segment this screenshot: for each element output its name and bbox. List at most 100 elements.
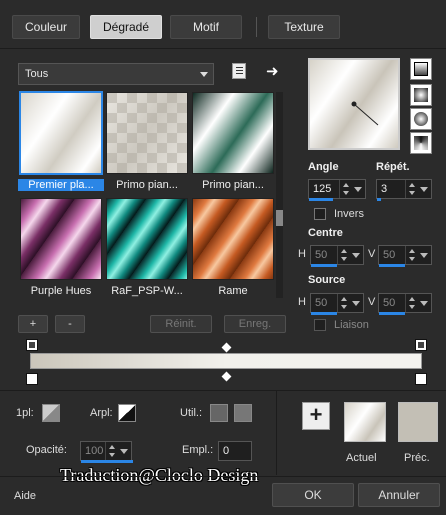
- angle-input[interactable]: 125: [308, 179, 366, 201]
- rectangular-style-icon[interactable]: [410, 84, 432, 106]
- chevron-down-icon[interactable]: [418, 246, 430, 264]
- swatch-label: Primo pian...: [202, 179, 264, 191]
- gradient-preview[interactable]: [308, 58, 400, 150]
- slider-bar[interactable]: [377, 198, 381, 201]
- angle-value: 125: [313, 183, 332, 195]
- stepper-icon[interactable]: [105, 442, 117, 460]
- source-h-input[interactable]: 50: [310, 293, 364, 315]
- gradient-bar[interactable]: [30, 353, 422, 369]
- category-dropdown-value: Tous: [25, 68, 49, 80]
- swatch-label: Rame: [218, 285, 248, 297]
- swatch-scrollbar[interactable]: [276, 92, 283, 298]
- library-icon[interactable]: [232, 63, 246, 79]
- swatch-label: Primo pian...: [116, 179, 178, 191]
- stepper-icon[interactable]: [405, 246, 417, 264]
- gradient-swatch[interactable]: [192, 198, 274, 280]
- color-stop-start[interactable]: [26, 373, 38, 385]
- help-button[interactable]: Aide: [14, 490, 36, 502]
- tab-texture[interactable]: Texture: [268, 15, 340, 39]
- tab-separator: [256, 17, 257, 37]
- repeat-input[interactable]: 3: [376, 179, 432, 201]
- chevron-down-icon[interactable]: [418, 180, 430, 198]
- empl-label: Empl.:: [182, 444, 214, 456]
- chevron-down-icon[interactable]: [350, 246, 362, 264]
- util-label: Util.:: [180, 407, 202, 419]
- save-button[interactable]: Enreg.: [224, 315, 286, 333]
- reset-button[interactable]: Réinit.: [150, 315, 212, 333]
- slider-bar[interactable]: [81, 460, 133, 463]
- slider-bar[interactable]: [309, 198, 333, 201]
- slider-bar[interactable]: [379, 312, 405, 315]
- current-label: Actuel: [346, 452, 377, 464]
- slider-bar[interactable]: [311, 312, 337, 315]
- slider-bar[interactable]: [311, 264, 337, 267]
- tab-degrade[interactable]: Dégradé: [90, 15, 162, 39]
- cancel-button[interactable]: Annuler: [358, 483, 440, 507]
- source-h-label: H: [298, 296, 306, 308]
- tab-motif[interactable]: Motif: [170, 15, 242, 39]
- chevron-down-icon: [200, 72, 208, 77]
- gradient-swatch[interactable]: [19, 91, 103, 175]
- invert-label: Invers: [334, 208, 364, 220]
- angle-label: Angle: [308, 161, 339, 173]
- center-v-value: 50: [383, 249, 396, 261]
- opacity-value: 100: [85, 445, 104, 457]
- repeat-label: Répét.: [376, 161, 410, 173]
- source-h-value: 50: [315, 297, 328, 309]
- chevron-down-icon[interactable]: [418, 294, 430, 312]
- chevron-down-icon[interactable]: [118, 442, 130, 460]
- source-v-value: 50: [383, 297, 396, 309]
- top-left-marker[interactable]: [26, 339, 38, 351]
- midpoint-handle[interactable]: [221, 342, 232, 353]
- divider: [276, 390, 277, 475]
- stepper-icon[interactable]: [337, 294, 349, 312]
- source-v-label: V: [368, 296, 376, 308]
- remove-gradient-button[interactable]: -: [55, 315, 85, 333]
- source-v-input[interactable]: 50: [378, 293, 432, 315]
- opacity-input[interactable]: 100: [80, 441, 133, 463]
- empl-input[interactable]: 0: [218, 441, 252, 461]
- current-swatch[interactable]: [344, 402, 386, 442]
- stepper-icon[interactable]: [405, 180, 417, 198]
- repeat-value: 3: [381, 183, 388, 195]
- foreground-mode-icon[interactable]: [42, 404, 60, 422]
- ok-button[interactable]: OK: [272, 483, 354, 507]
- previous-swatch[interactable]: [398, 402, 438, 442]
- tab-couleur[interactable]: Couleur: [12, 15, 80, 39]
- background-mode-icon[interactable]: [118, 404, 136, 422]
- user-color-icon[interactable]: [234, 404, 252, 422]
- gradient-swatch[interactable]: [106, 92, 188, 174]
- stepper-icon[interactable]: [337, 246, 349, 264]
- stepper-icon[interactable]: [405, 294, 417, 312]
- link-checkbox[interactable]: [314, 319, 326, 331]
- add-to-swatches-button[interactable]: +: [302, 402, 330, 430]
- category-dropdown[interactable]: Tous: [18, 63, 214, 85]
- color-stop-end[interactable]: [415, 373, 427, 385]
- center-label: Centre: [308, 227, 343, 239]
- direction-handle[interactable]: [310, 60, 398, 148]
- linear-style-icon[interactable]: [410, 58, 432, 80]
- top-right-marker[interactable]: [415, 339, 427, 351]
- swatch-label: Premier pla...: [18, 179, 104, 191]
- stepper-icon[interactable]: [339, 180, 351, 198]
- radial-style-icon[interactable]: [410, 132, 432, 154]
- invert-checkbox[interactable]: [314, 208, 326, 220]
- arpl-label: Arpl:: [90, 407, 113, 419]
- gradient-swatch[interactable]: [20, 198, 102, 280]
- gradient-swatch[interactable]: [106, 198, 188, 280]
- gradient-swatch[interactable]: [192, 92, 274, 174]
- scrollbar-thumb[interactable]: [276, 210, 283, 226]
- center-h-input[interactable]: 50: [310, 245, 364, 267]
- add-gradient-button[interactable]: +: [18, 315, 48, 333]
- swatch-label: Purple Hues: [30, 285, 92, 297]
- chevron-down-icon[interactable]: [350, 294, 362, 312]
- sunburst-style-icon[interactable]: [410, 108, 432, 130]
- center-h-value: 50: [315, 249, 328, 261]
- center-v-input[interactable]: 50: [378, 245, 432, 267]
- slider-bar[interactable]: [379, 264, 405, 267]
- chevron-down-icon[interactable]: [352, 180, 364, 198]
- opacity-label: Opacité:: [26, 444, 67, 456]
- user-color-icon[interactable]: [210, 404, 228, 422]
- arrow-right-icon[interactable]: ➜: [266, 62, 279, 80]
- color-midpoint-handle[interactable]: [221, 371, 232, 382]
